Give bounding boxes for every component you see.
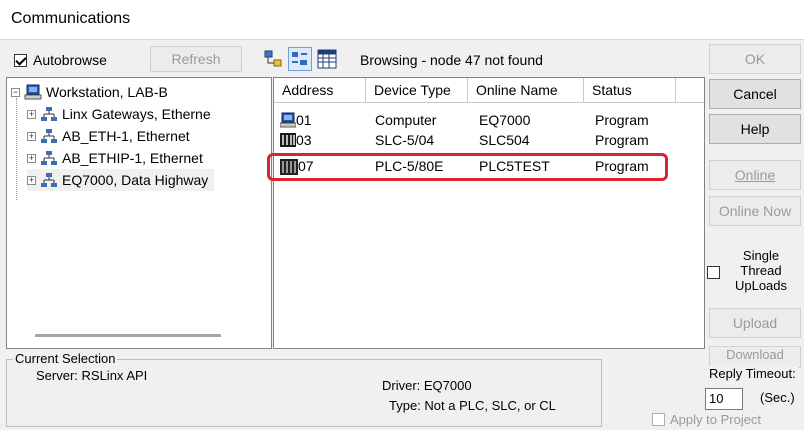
reply-timeout-unit: (Sec.)	[760, 390, 795, 405]
device-list-panel[interactable]: Address Device Type Online Name Status 0…	[267, 77, 705, 349]
tree-item-label: AB_ETH-1, Ethernet	[62, 128, 190, 144]
table-row[interactable]: 01 Computer EQ7000 Program	[274, 111, 704, 131]
current-selection-legend: Current Selection	[13, 351, 118, 366]
driver-text: Driver: EQ7000	[382, 378, 472, 393]
tree-item-eq7000[interactable]: + EQ7000, Data Highway	[27, 169, 215, 191]
online-button[interactable]: Online	[709, 160, 801, 190]
network-icon	[40, 106, 58, 122]
tree-item-ab-eth-1[interactable]: + AB_ETH-1, Ethernet	[27, 125, 190, 147]
column-header-filler	[676, 78, 704, 103]
single-thread-line: UpLoads	[734, 278, 788, 293]
list-view-icon[interactable]	[288, 47, 312, 71]
single-thread-check-icon[interactable]	[707, 266, 720, 279]
server-text: Server: RSLinx API	[36, 368, 148, 383]
browse-status-text: Browsing - node 47 not found	[360, 52, 543, 68]
red-highlight-outline	[267, 153, 668, 181]
help-button[interactable]: Help	[709, 114, 801, 144]
cell-address: 01	[296, 112, 312, 128]
tree-item-label: AB_ETHIP-1, Ethernet	[62, 150, 203, 166]
workstation-icon	[24, 84, 42, 100]
window-title: Communications	[0, 0, 804, 40]
driver-tree-panel[interactable]: − Workstation, LAB-B + Linx Gateways, Et…	[6, 77, 272, 349]
network-icon	[40, 172, 58, 188]
refresh-button[interactable]: Refresh	[150, 46, 242, 72]
cell-online-name: EQ7000	[479, 112, 531, 128]
cell-address: 03	[296, 132, 312, 148]
collapse-icon[interactable]: −	[11, 87, 20, 97]
column-header-online-name[interactable]: Online Name	[468, 78, 584, 103]
tree-item-label: Linx Gateways, Etherne	[62, 106, 211, 122]
expand-icon[interactable]: +	[27, 131, 36, 141]
computer-icon	[279, 112, 297, 131]
network-icon	[40, 128, 58, 144]
cell-device-type: Computer	[375, 112, 437, 128]
expand-icon[interactable]: +	[27, 175, 36, 185]
browse-tree-icon[interactable]	[262, 48, 284, 70]
cell-online-name: SLC504	[479, 132, 530, 148]
tree-item-label: EQ7000, Data Highway	[62, 172, 209, 188]
single-thread-line: Thread	[740, 263, 782, 278]
tree-item-ab-ethip-1[interactable]: + AB_ETHIP-1, Ethernet	[27, 147, 203, 169]
tree-guide-line	[16, 98, 17, 200]
download-button[interactable]: Download	[709, 346, 801, 368]
online-now-button[interactable]: Online Now	[709, 196, 801, 226]
apply-to-project-check-icon[interactable]	[652, 413, 665, 426]
cell-status: Program	[595, 112, 649, 128]
cancel-button[interactable]: Cancel	[709, 79, 801, 109]
column-header-address[interactable]: Address	[274, 78, 366, 103]
detail-view-icon[interactable]	[316, 48, 338, 70]
single-thread-line: Single	[742, 248, 780, 263]
tree-root-workstation[interactable]: − Workstation, LAB-B	[11, 81, 168, 103]
table-row[interactable]: 03 SLC-5/04 SLC504 Program	[274, 131, 704, 151]
autobrowse-checkbox[interactable]: Autobrowse	[14, 52, 107, 68]
slc-icon	[279, 132, 297, 151]
single-thread-label: Single Thread UpLoads	[726, 248, 796, 293]
apply-to-project-checkbox[interactable]: Apply to Project	[652, 412, 761, 427]
expand-icon[interactable]: +	[27, 153, 36, 163]
autobrowse-label: Autobrowse	[33, 52, 107, 68]
upload-button[interactable]: Upload	[709, 308, 801, 338]
column-header-device-type[interactable]: Device Type	[366, 78, 468, 103]
reply-timeout-label: Reply Timeout:	[707, 366, 798, 381]
reply-timeout-input[interactable]: 10	[705, 388, 743, 410]
autobrowse-check-icon[interactable]	[14, 53, 27, 67]
column-header-status[interactable]: Status	[584, 78, 676, 103]
tree-item-linx-gateways[interactable]: + Linx Gateways, Etherne	[27, 103, 211, 125]
tree-root-label: Workstation, LAB-B	[46, 84, 168, 100]
ok-button[interactable]: OK	[709, 44, 801, 74]
type-text: Type: Not a PLC, SLC, or CL	[389, 398, 556, 413]
network-icon	[40, 150, 58, 166]
apply-to-project-label: Apply to Project	[670, 412, 762, 427]
tree-scrollbar-thumb[interactable]	[35, 334, 221, 337]
expand-icon[interactable]: +	[27, 109, 36, 119]
cell-status: Program	[595, 132, 649, 148]
cell-device-type: SLC-5/04	[375, 132, 435, 148]
